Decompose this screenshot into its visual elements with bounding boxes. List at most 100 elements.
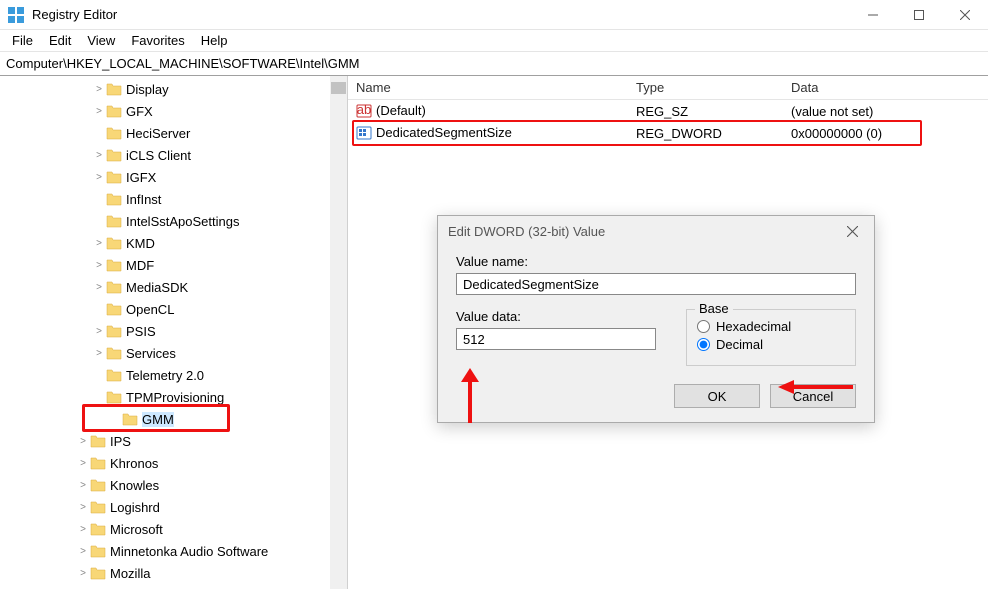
tree-scrollbar[interactable] bbox=[330, 76, 347, 589]
folder-icon bbox=[90, 456, 106, 470]
folder-icon bbox=[90, 544, 106, 558]
tree-pane: >Display>GFXHeciServer>iCLS Client>IGFX I… bbox=[0, 76, 348, 589]
tree-item-label: Microsoft bbox=[110, 522, 163, 537]
list-row[interactable]: DedicatedSegmentSizeREG_DWORD0x00000000 … bbox=[348, 122, 988, 144]
tree-item-display[interactable]: >Display bbox=[0, 78, 347, 100]
menu-help[interactable]: Help bbox=[193, 31, 236, 50]
tree-item-kmd[interactable]: > KMD bbox=[0, 232, 347, 254]
cancel-button[interactable]: Cancel bbox=[770, 384, 856, 408]
folder-icon bbox=[90, 566, 106, 580]
tree-item-intelsstaposettings[interactable]: IntelSstApoSettings bbox=[0, 210, 347, 232]
tree-item-psis[interactable]: > PSIS bbox=[0, 320, 347, 342]
value-name-field[interactable] bbox=[456, 273, 856, 295]
radio-hex-input[interactable] bbox=[697, 320, 710, 333]
folder-icon bbox=[90, 500, 106, 514]
expander-icon[interactable]: > bbox=[92, 282, 106, 293]
menu-edit[interactable]: Edit bbox=[41, 31, 79, 50]
tree-item-telemetry-2-0[interactable]: Telemetry 2.0 bbox=[0, 364, 347, 386]
tree-item-label: MediaSDK bbox=[126, 280, 188, 295]
menu-view[interactable]: View bbox=[79, 31, 123, 50]
radio-hexadecimal[interactable]: Hexadecimal bbox=[697, 319, 845, 334]
expander-icon[interactable]: > bbox=[76, 524, 90, 535]
tree-item-services[interactable]: >Services bbox=[0, 342, 347, 364]
folder-icon bbox=[106, 236, 122, 250]
expander-icon[interactable]: > bbox=[92, 238, 106, 249]
tree-item-minnetonka-audio-software[interactable]: > Minnetonka Audio Software bbox=[0, 540, 347, 562]
tree-item-gfx[interactable]: >GFX bbox=[0, 100, 347, 122]
tree-item-mdf[interactable]: >MDF bbox=[0, 254, 347, 276]
folder-icon bbox=[90, 478, 106, 492]
scroll-button-up[interactable] bbox=[331, 82, 346, 94]
expander-icon[interactable]: > bbox=[92, 326, 106, 337]
tree-item-label: KMD bbox=[126, 236, 155, 251]
dialog-title: Edit DWORD (32-bit) Value bbox=[448, 224, 605, 239]
tree-item-gmm[interactable]: GMM bbox=[0, 408, 347, 430]
folder-icon bbox=[106, 192, 122, 206]
expander-icon[interactable]: > bbox=[76, 458, 90, 469]
expander-icon[interactable]: > bbox=[92, 172, 106, 183]
tree-item-ips[interactable]: > IPS bbox=[0, 430, 347, 452]
col-header-name[interactable]: Name bbox=[348, 76, 628, 99]
regedit-icon bbox=[8, 7, 24, 23]
folder-icon bbox=[106, 82, 122, 96]
tree-item-label: Telemetry 2.0 bbox=[126, 368, 204, 383]
tree-item-infinst[interactable]: InfInst bbox=[0, 188, 347, 210]
edit-dword-dialog: Edit DWORD (32-bit) Value Value name: Va… bbox=[437, 215, 875, 423]
expander-icon[interactable]: > bbox=[76, 546, 90, 557]
ok-button[interactable]: OK bbox=[674, 384, 760, 408]
registry-tree[interactable]: >Display>GFXHeciServer>iCLS Client>IGFX I… bbox=[0, 76, 347, 584]
tree-item-opencl[interactable]: OpenCL bbox=[0, 298, 347, 320]
tree-item-label: Logishrd bbox=[110, 500, 160, 515]
tree-item-microsoft[interactable]: > Microsoft bbox=[0, 518, 347, 540]
tree-item-icls-client[interactable]: >iCLS Client bbox=[0, 144, 347, 166]
address-bar[interactable]: Computer\HKEY_LOCAL_MACHINE\SOFTWARE\Int… bbox=[0, 52, 988, 76]
tree-item-khronos[interactable]: >Khronos bbox=[0, 452, 347, 474]
value-name: (Default) bbox=[376, 103, 426, 118]
expander-icon[interactable]: > bbox=[76, 568, 90, 579]
dialog-close-button[interactable] bbox=[840, 219, 864, 243]
tree-item-label: IPS bbox=[110, 434, 131, 449]
tree-item-mediasdk[interactable]: > MediaSDK bbox=[0, 276, 347, 298]
radio-dec-input[interactable] bbox=[697, 338, 710, 351]
menu-favorites[interactable]: Favorites bbox=[123, 31, 192, 50]
expander-icon[interactable]: > bbox=[92, 106, 106, 117]
tree-item-label: InfInst bbox=[126, 192, 161, 207]
menu-file[interactable]: File bbox=[4, 31, 41, 50]
expander-icon[interactable]: > bbox=[92, 84, 106, 95]
tree-item-mozilla[interactable]: > Mozilla bbox=[0, 562, 347, 584]
tree-item-tpmprovisioning[interactable]: TPMProvisioning bbox=[0, 386, 347, 408]
col-header-type[interactable]: Type bbox=[628, 76, 783, 99]
list-row[interactable]: ab(Default)REG_SZ(value not set) bbox=[348, 100, 988, 122]
minimize-button[interactable] bbox=[850, 0, 896, 30]
expander-icon[interactable]: > bbox=[76, 436, 90, 447]
expander-icon[interactable]: > bbox=[76, 480, 90, 491]
menubar: FileEditViewFavoritesHelp bbox=[0, 30, 988, 52]
base-legend: Base bbox=[695, 301, 733, 316]
folder-icon bbox=[122, 412, 138, 426]
tree-item-label: PSIS bbox=[126, 324, 156, 339]
expander-icon[interactable]: > bbox=[92, 348, 106, 359]
folder-icon bbox=[106, 170, 122, 184]
titlebar: Registry Editor bbox=[0, 0, 988, 30]
value-data-field[interactable] bbox=[456, 328, 656, 350]
maximize-button[interactable] bbox=[896, 0, 942, 30]
list-body: ab(Default)REG_SZ(value not set)Dedicate… bbox=[348, 100, 988, 144]
binary-value-icon bbox=[356, 125, 372, 141]
col-header-data[interactable]: Data bbox=[783, 76, 988, 99]
folder-icon bbox=[106, 346, 122, 360]
folder-icon bbox=[90, 522, 106, 536]
tree-item-igfx[interactable]: >IGFX bbox=[0, 166, 347, 188]
tree-item-label: Mozilla bbox=[110, 566, 150, 581]
radio-decimal[interactable]: Decimal bbox=[697, 337, 845, 352]
expander-icon[interactable]: > bbox=[92, 260, 106, 271]
list-header[interactable]: Name Type Data bbox=[348, 76, 988, 100]
expander-icon[interactable]: > bbox=[92, 150, 106, 161]
folder-icon bbox=[106, 324, 122, 338]
tree-item-heciserver[interactable]: HeciServer bbox=[0, 122, 347, 144]
close-button[interactable] bbox=[942, 0, 988, 30]
tree-item-knowles[interactable]: >Knowles bbox=[0, 474, 347, 496]
tree-item-label: Minnetonka Audio Software bbox=[110, 544, 268, 559]
tree-item-logishrd[interactable]: > Logishrd bbox=[0, 496, 347, 518]
dialog-body: Value name: Value data: Base Hexadecimal… bbox=[438, 246, 874, 422]
expander-icon[interactable]: > bbox=[76, 502, 90, 513]
